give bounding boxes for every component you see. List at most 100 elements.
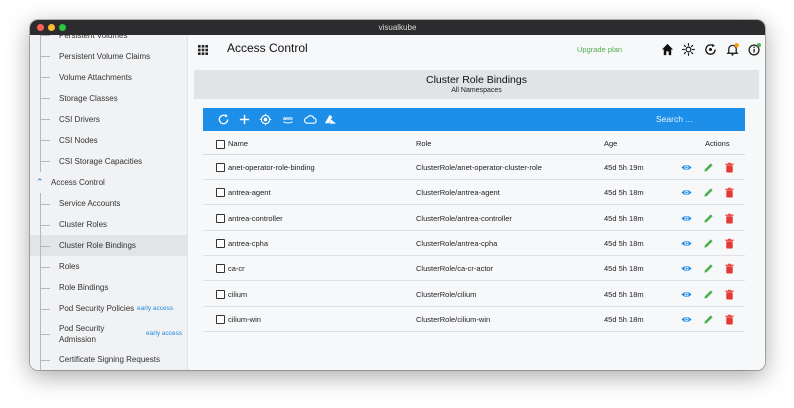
tree-branch — [40, 77, 50, 78]
table-row[interactable]: cilium ClusterRole/cilium 45d 5h 18m — [203, 282, 745, 307]
table-row[interactable]: anet-operator-role-binding ClusterRole/an… — [203, 155, 745, 180]
binding-name[interactable]: cilium — [228, 282, 247, 307]
edit-icon[interactable] — [703, 238, 714, 249]
edit-icon[interactable] — [703, 187, 714, 198]
search-input[interactable]: Search ... — [656, 114, 692, 124]
sidebar-item-pod-security-policies[interactable]: Pod Security Policies early access — [30, 298, 187, 319]
close-window-button[interactable] — [37, 24, 44, 31]
home-icon[interactable] — [661, 43, 674, 56]
sidebar-item-label: CSI Nodes — [59, 136, 98, 145]
binding-age: 45d 5h 19m — [604, 163, 644, 172]
row-checkbox[interactable] — [216, 238, 225, 248]
sidebar-item-label: Roles — [59, 262, 80, 271]
delete-icon[interactable] — [724, 238, 735, 249]
view-icon[interactable] — [681, 289, 692, 300]
row-checkbox[interactable] — [216, 213, 225, 223]
delete-icon[interactable] — [724, 162, 735, 173]
tree-branch — [40, 56, 50, 57]
sidebar-item-csi-drivers[interactable]: CSI Drivers — [30, 109, 187, 130]
edit-icon[interactable] — [703, 263, 714, 274]
tree-branch — [40, 359, 50, 361]
azure-icon[interactable] — [324, 113, 337, 126]
svg-text:aws: aws — [283, 116, 293, 122]
sidebar-item-volume-attachments[interactable]: Volume Attachments — [30, 67, 187, 88]
edit-icon[interactable] — [703, 314, 714, 325]
column-header-age[interactable]: Age — [604, 133, 617, 155]
sidebar-item-roles[interactable]: Roles — [30, 256, 187, 277]
sidebar-item-persistent-volumes[interactable]: Persistent Volumes — [30, 35, 187, 46]
maximize-window-button[interactable] — [59, 24, 66, 31]
tree-branch — [40, 140, 50, 141]
tree-line — [40, 35, 41, 46]
row-checkbox[interactable] — [216, 289, 225, 299]
view-icon[interactable] — [681, 314, 692, 325]
binding-name[interactable]: ca-cr — [228, 256, 245, 281]
binding-role: ClusterRole/cilium — [416, 289, 477, 299]
tree-branch — [40, 334, 50, 335]
binding-age: 45d 5h 18m — [604, 289, 644, 299]
tree-branch — [40, 245, 50, 247]
row-checkbox[interactable] — [216, 163, 225, 172]
upgrade-plan-link[interactable]: Upgrade plan — [577, 45, 622, 54]
sidebar-item-cluster-role-bindings[interactable]: Cluster Role Bindings — [30, 235, 187, 256]
select-all-checkbox[interactable] — [216, 140, 225, 149]
table-row[interactable]: antrea-cpha ClusterRole/antrea-cpha 45d 5h… — [203, 231, 745, 256]
edit-icon[interactable] — [703, 162, 714, 173]
sidebar-item-csi-nodes[interactable]: CSI Nodes — [30, 130, 187, 151]
delete-icon[interactable] — [724, 187, 735, 198]
sidebar-item-label: Pod Security Policies — [59, 304, 135, 313]
apps-grid-icon[interactable] — [198, 45, 208, 55]
table-row[interactable]: antrea-agent ClusterRole/antrea-agent 45d … — [203, 180, 745, 206]
chevron-up-icon: ⌃ — [36, 177, 44, 187]
row-checkbox[interactable] — [216, 314, 225, 324]
bell-icon[interactable] — [726, 43, 739, 56]
sidebar-item-csi-storage-capacities[interactable]: CSI Storage Capacities — [30, 151, 187, 172]
view-icon[interactable] — [681, 213, 692, 224]
title-bar: visualkube — [30, 20, 765, 35]
tree-branch — [40, 98, 50, 99]
edit-icon[interactable] — [703, 289, 714, 300]
plus-icon[interactable] — [238, 113, 251, 126]
delete-icon[interactable] — [724, 289, 735, 300]
binding-role: ClusterRole/anet-operator-cluster-role — [416, 163, 542, 172]
delete-icon[interactable] — [724, 314, 735, 325]
edit-icon[interactable] — [703, 213, 714, 224]
column-header-role[interactable]: Role — [416, 133, 431, 155]
table-row[interactable]: antrea-controller ClusterRole/antrea-cont… — [203, 206, 745, 231]
refresh-icon[interactable] — [217, 113, 230, 126]
sidebar-item-pod-security-admission[interactable]: Pod Security Admission early access — [30, 319, 187, 349]
aws-icon[interactable]: aws — [280, 113, 296, 126]
sidebar-item-role-bindings[interactable]: Role Bindings — [30, 277, 187, 298]
tree-branch — [40, 266, 50, 268]
view-icon[interactable] — [681, 238, 692, 249]
resource-header: Cluster Role Bindings All Namespaces — [194, 70, 759, 99]
binding-name[interactable]: anet-operator-role-binding — [228, 155, 315, 180]
table-row[interactable]: cilium-win ClusterRole/cilium-win 45d 5h 1… — [203, 307, 745, 332]
view-icon[interactable] — [681, 187, 692, 198]
row-checkbox[interactable] — [216, 264, 225, 274]
view-icon[interactable] — [681, 263, 692, 274]
column-header-name[interactable]: Name — [228, 133, 248, 155]
sidebar-group-access-control[interactable]: ⌃ Access Control — [30, 172, 187, 193]
binding-name[interactable]: cilium-win — [228, 307, 261, 332]
view-icon[interactable] — [681, 162, 692, 173]
sidebar-item-persistent-volume-claims[interactable]: Persistent Volume Claims — [30, 46, 187, 67]
delete-icon[interactable] — [724, 263, 735, 274]
binding-name[interactable]: antrea-agent — [228, 180, 271, 205]
sidebar-item-certificate-signing-requests[interactable]: Certificate Signing Requests — [30, 349, 187, 370]
table-row[interactable]: ca-cr ClusterRole/ca-cr-actor 45d 5h 18m — [203, 256, 745, 282]
row-checkbox[interactable] — [216, 188, 225, 198]
sidebar-item-service-accounts[interactable]: Service Accounts — [30, 193, 187, 214]
minimize-window-button[interactable] — [48, 24, 55, 31]
sun-icon[interactable] — [682, 43, 695, 56]
sync-icon[interactable] — [704, 43, 717, 56]
sidebar-item-cluster-roles[interactable]: Cluster Roles — [30, 214, 187, 235]
helm-icon[interactable] — [259, 113, 272, 126]
delete-icon[interactable] — [724, 213, 735, 224]
binding-role: ClusterRole/antrea-controller — [416, 213, 512, 223]
binding-name[interactable]: antrea-controller — [228, 206, 283, 231]
sidebar-item-storage-classes[interactable]: Storage Classes — [30, 88, 187, 109]
binding-name[interactable]: antrea-cpha — [228, 231, 268, 256]
info-icon[interactable] — [748, 43, 761, 56]
cloud-icon[interactable] — [303, 113, 318, 126]
